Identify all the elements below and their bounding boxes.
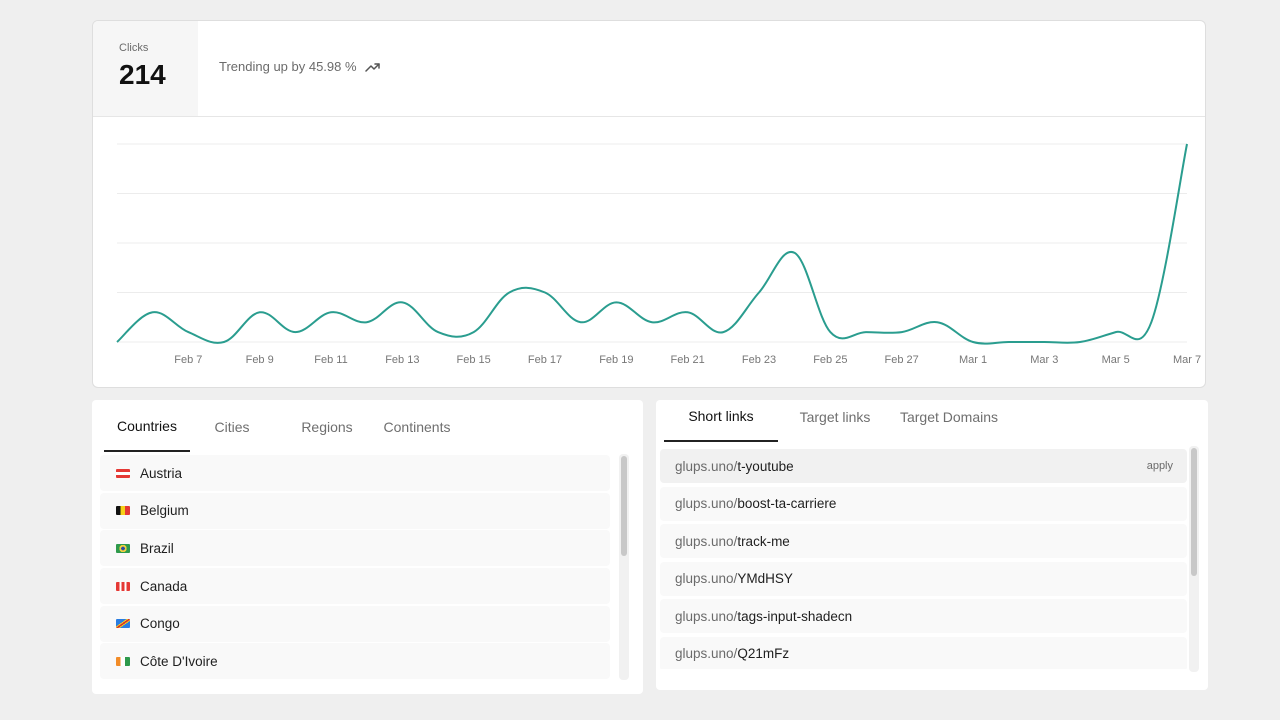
x-tick-label: Mar 7	[1173, 354, 1201, 366]
clicks-line-chart: Feb 7 Feb 9 Feb 11 Feb 13 Feb 15 Feb 17 Feb 19…	[116, 143, 1201, 366]
countries-scrollbar[interactable]	[619, 454, 629, 680]
tab-short-links[interactable]: Short links	[664, 392, 778, 442]
clicks-chart-card: Clicks 214 Trending up by 45.98 % Feb 7F…	[92, 20, 1206, 388]
x-tick-label: Feb 27	[885, 354, 919, 366]
clicks-summary: Clicks 214	[93, 21, 198, 116]
list-item[interactable]: Austria	[100, 455, 610, 491]
clicks-label: Clicks	[119, 42, 149, 54]
list-item[interactable]: Congo	[100, 605, 610, 642]
country-name: Canada	[140, 578, 188, 594]
list-item[interactable]: glups.uno/t-youtube apply	[660, 449, 1187, 483]
countries-scroll-thumb[interactable]	[621, 456, 627, 556]
trend-text: Trending up by 45.98 %	[219, 59, 357, 74]
link-domain: glups.uno/	[675, 608, 738, 624]
flag-canada-icon	[116, 581, 130, 591]
x-tick-label: Feb 9	[246, 354, 274, 366]
list-item[interactable]: glups.uno/track-me	[660, 524, 1187, 558]
flag-cote-divoire-icon	[116, 656, 130, 666]
x-tick-label: Feb 13	[385, 354, 419, 366]
links-scroll-thumb[interactable]	[1191, 448, 1197, 576]
list-item[interactable]: glups.uno/tags-input-shadecn	[660, 599, 1187, 633]
x-tick-label: Feb 21	[671, 354, 705, 366]
flag-belgium-icon	[116, 506, 130, 516]
locations-tabs: Countries Cities Regions Continents	[104, 402, 631, 452]
x-tick-label: Feb 11	[314, 354, 347, 366]
flag-congo-icon	[116, 619, 130, 629]
list-item[interactable]: glups.uno/Q21mFz	[660, 636, 1187, 669]
links-scrollbar[interactable]	[1189, 446, 1199, 672]
list-item[interactable]: glups.uno/YMdHSY	[660, 561, 1187, 596]
locations-panel: Countries Cities Regions Continents Aust…	[92, 400, 643, 694]
flag-brazil-icon	[116, 543, 130, 553]
country-name: Brazil	[140, 540, 174, 556]
apply-button[interactable]: apply	[1147, 460, 1173, 472]
link-domain: glups.uno/	[675, 496, 738, 511]
country-name: Congo	[140, 616, 180, 632]
x-tick-label: Mar 1	[959, 354, 987, 366]
tab-target-links[interactable]: Target links	[788, 392, 882, 442]
tab-target-domains[interactable]: Target Domains	[896, 392, 1002, 442]
links-tabs: Short links Target links Target Domains	[664, 392, 1196, 442]
tab-regions[interactable]: Regions	[282, 402, 372, 452]
list-item[interactable]: Belgium	[100, 492, 610, 529]
x-tick-label: Feb 25	[813, 354, 847, 366]
country-name: Belgium	[140, 503, 189, 519]
trend-indicator: Trending up by 45.98 %	[219, 59, 381, 74]
countries-list: Austria Belgium Brazil Canada Congo Côte…	[100, 455, 610, 679]
x-tick-label: Mar 3	[1030, 354, 1058, 366]
x-tick-label: Feb 19	[599, 354, 633, 366]
country-name: Côte D'Ivoire	[140, 653, 218, 669]
x-tick-label: Feb 23	[742, 354, 776, 366]
link-slug: t-youtube	[737, 458, 794, 474]
tab-cities[interactable]: Cities	[196, 402, 268, 452]
list-item[interactable]: Côte D'Ivoire	[100, 643, 610, 679]
short-links-list: glups.uno/t-youtube apply glups.uno/boos…	[660, 449, 1187, 669]
clicks-series-line	[116, 143, 1188, 345]
link-slug: boost-ta-carriere	[737, 496, 837, 511]
links-panel: Short links Target links Target Domains …	[656, 400, 1208, 690]
flag-austria-icon	[116, 468, 130, 478]
list-item[interactable]: glups.uno/boost-ta-carriere	[660, 486, 1187, 521]
link-domain: glups.uno/	[675, 646, 738, 661]
trending-up-icon	[364, 62, 380, 72]
link-domain: glups.uno/	[675, 571, 738, 586]
x-tick-label: Mar 5	[1102, 354, 1130, 366]
list-item[interactable]: Canada	[100, 568, 610, 605]
tab-countries[interactable]: Countries	[104, 402, 190, 452]
clicks-value: 214	[119, 59, 166, 90]
link-slug: Q21mFz	[737, 646, 790, 661]
x-tick-label: Feb 7	[174, 354, 202, 366]
link-slug: tags-input-shadecn	[737, 608, 853, 624]
link-domain: glups.uno/	[675, 458, 738, 474]
list-item[interactable]: Brazil	[100, 530, 610, 567]
x-tick-label: Feb 15	[457, 354, 491, 366]
link-slug: YMdHSY	[737, 571, 793, 586]
country-name: Austria	[140, 465, 183, 481]
link-domain: glups.uno/	[675, 533, 738, 549]
tab-continents[interactable]: Continents	[372, 402, 462, 452]
x-tick-label: Feb 17	[528, 354, 562, 366]
link-slug: track-me	[737, 533, 790, 549]
